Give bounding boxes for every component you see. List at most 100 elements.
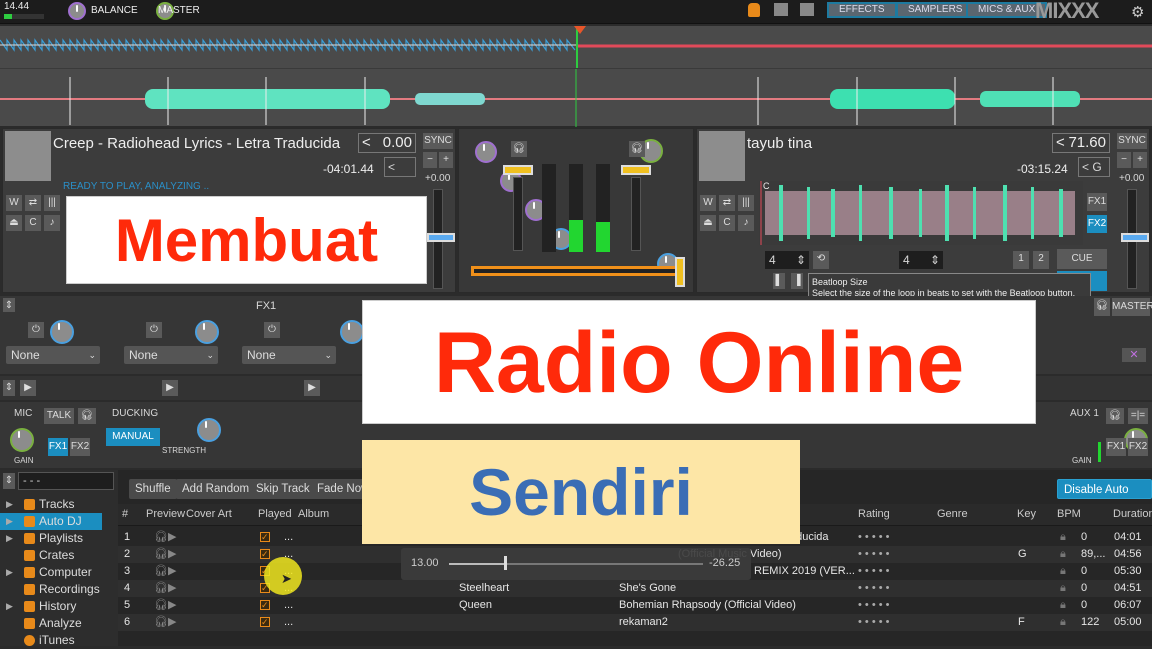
deck2-cue-button[interactable]: CUE xyxy=(1057,249,1107,269)
deck2-volume-fader[interactable] xyxy=(631,177,641,251)
samplers-button[interactable]: SAMPLERS xyxy=(896,2,975,18)
deck2-waveform-zoom-icon[interactable]: W xyxy=(700,195,716,211)
column-header-rating[interactable]: Rating xyxy=(858,505,890,523)
expand-arrow-icon[interactable]: ▶ xyxy=(6,496,13,513)
preview-icon[interactable]: 🎧︎▶ xyxy=(154,614,176,631)
expand-arrow-icon[interactable]: ▶ xyxy=(6,513,13,530)
mic-talk-button[interactable]: TALK xyxy=(44,408,74,424)
mic-fx1-button[interactable]: FX1 xyxy=(48,438,68,456)
expand-arrow-icon[interactable]: ▶ xyxy=(6,598,13,615)
mic-fx2-button[interactable]: FX2 xyxy=(70,438,90,456)
deck1-rate-up-button[interactable]: + xyxy=(439,152,453,168)
rating-cell[interactable]: • • • • • xyxy=(858,580,889,597)
deck2-waveform[interactable] xyxy=(759,181,1083,245)
column-header-cover-art[interactable]: Cover Art xyxy=(186,505,232,523)
bpm-lock-icon[interactable]: 🔒︎ xyxy=(1060,563,1066,580)
fx2-effect-select[interactable]: None ⌄ xyxy=(124,346,218,364)
deck2-beatjump-size[interactable]: 4 ⇕ xyxy=(899,251,943,269)
table-row[interactable]: 5 🎧︎▶ ... Queen Bohemian Rhapsody (Offic… xyxy=(118,597,1152,614)
deck1-beatgrid-icon[interactable]: ||| xyxy=(44,195,60,211)
table-row[interactable]: 6 🎧︎▶ ... rekaman2 • • • • • F 🔒︎ 122 05… xyxy=(118,614,1152,631)
waveform-main[interactable] xyxy=(0,68,1152,127)
sidebar-item-itunes[interactable]: iTunes xyxy=(0,632,118,649)
recording-icon[interactable] xyxy=(774,3,788,16)
add-random-button[interactable]: Add Random xyxy=(176,479,256,499)
ducking-manual-button[interactable]: MANUAL xyxy=(106,428,160,446)
rating-cell[interactable]: • • • • • xyxy=(858,597,889,614)
column-header-duration[interactable]: Duration xyxy=(1113,505,1152,523)
expand-arrow-icon[interactable]: ▶ xyxy=(6,530,13,547)
master-headphone-icon[interactable]: 🎧︎ xyxy=(1094,298,1110,316)
deck2-hotcue-1[interactable]: 1 xyxy=(1013,251,1029,269)
deck2-fx2-button[interactable]: FX2 xyxy=(1087,215,1107,233)
rating-cell[interactable]: • • • • • xyxy=(858,529,889,546)
deck2-loop-out-icon[interactable]: ▐ xyxy=(791,273,803,289)
deck2-eject-icon[interactable]: ⏏ xyxy=(700,215,716,231)
bpm-lock-icon[interactable]: 🔒︎ xyxy=(1060,597,1066,614)
deck2-rate-down-button[interactable]: − xyxy=(1117,152,1131,168)
column-header-album[interactable]: Album xyxy=(298,505,329,523)
fx-rack-collapse-icon[interactable]: ⇕ xyxy=(3,298,15,312)
column-header-bpm[interactable]: BPM xyxy=(1057,505,1081,523)
deck2-volume-handle[interactable] xyxy=(621,165,651,175)
deck2-beatloop-icon[interactable]: ⟲ xyxy=(813,251,829,269)
bpm-lock-icon[interactable]: 🔒︎ xyxy=(1060,546,1066,563)
mic-headphone-icon[interactable]: 🎧︎ xyxy=(78,408,96,424)
column-header-preview[interactable]: Preview xyxy=(146,505,185,523)
library-search-input[interactable]: - - - xyxy=(18,472,114,490)
settings-gear-icon[interactable]: ⚙ xyxy=(1131,3,1144,21)
sidebar-item-crates[interactable]: Crates xyxy=(0,547,118,564)
bpm-lock-icon[interactable]: 🔒︎ xyxy=(1060,580,1066,597)
deck1-volume-fader[interactable] xyxy=(513,177,523,251)
sampler-1-play-icon[interactable]: ▶ xyxy=(20,380,36,396)
deck1-cue-icon[interactable]: C xyxy=(25,215,41,231)
crossfader-handle[interactable] xyxy=(675,257,685,287)
effects-button[interactable]: EFFECTS xyxy=(827,2,897,18)
aux-fx2-button[interactable]: FX2 xyxy=(1128,438,1148,456)
aux-fx1-button[interactable]: FX1 xyxy=(1106,438,1126,456)
deck1-repeat-icon[interactable]: ⇄ xyxy=(25,195,41,211)
preview-icon[interactable]: 🎧︎▶ xyxy=(154,529,176,546)
fx-crossfade-icon[interactable]: ✕ xyxy=(1122,348,1146,362)
deck1-key[interactable]: < xyxy=(384,157,416,177)
fx2-meta-knob[interactable] xyxy=(195,320,220,344)
column-header-genre[interactable]: Genre xyxy=(937,505,968,523)
deck1-pitch-handle[interactable] xyxy=(427,233,455,242)
deck2-headphone-icon[interactable]: 🎧︎ xyxy=(629,141,645,157)
rating-cell[interactable]: • • • • • xyxy=(858,614,889,631)
sidebar-item-tracks[interactable]: ▶ Tracks xyxy=(0,496,118,513)
aux-headphone-icon[interactable]: 🎧︎ xyxy=(1106,408,1124,424)
deck2-sync-button[interactable]: SYNC xyxy=(1117,133,1147,149)
deck2-cue-icon[interactable]: C xyxy=(719,215,735,231)
fx2-power-icon[interactable]: ⏻ xyxy=(146,322,162,338)
skip-track-button[interactable]: Skip Track xyxy=(250,479,316,499)
master-button[interactable]: MASTER xyxy=(1112,298,1152,316)
played-checkbox[interactable] xyxy=(260,614,270,631)
column-header-key[interactable]: Key xyxy=(1017,505,1036,523)
column-header-number[interactable]: # xyxy=(122,505,128,523)
rating-cell[interactable]: • • • • • xyxy=(858,546,889,563)
deck1-sync-button[interactable]: SYNC xyxy=(423,133,453,149)
aux-orientation-icon[interactable]: =|= xyxy=(1128,408,1148,424)
deck1-keylock-icon[interactable]: ♪ xyxy=(44,215,60,231)
crossfader[interactable] xyxy=(471,266,679,276)
bpm-lock-icon[interactable]: 🔒︎ xyxy=(1060,529,1066,546)
balance-knob[interactable] xyxy=(68,2,86,20)
deck1-rate-down-button[interactable]: − xyxy=(423,152,437,168)
preview-icon[interactable]: 🎧︎▶ xyxy=(154,597,176,614)
fx3-meta-knob[interactable] xyxy=(340,320,365,344)
waveform-overview[interactable] xyxy=(0,26,1152,68)
deck2-key[interactable]: < G xyxy=(1078,157,1110,177)
library-collapse-icon[interactable]: ⇕ xyxy=(3,473,15,489)
deck1-high-eq-knob[interactable] xyxy=(475,141,497,163)
expand-arrow-icon[interactable]: ▶ xyxy=(6,564,13,581)
preview-icon[interactable]: 🎧︎▶ xyxy=(154,563,176,580)
fx3-power-icon[interactable]: ⏻ xyxy=(264,322,280,338)
android-icon[interactable] xyxy=(748,3,760,17)
ducking-strength-knob[interactable] xyxy=(197,418,222,442)
fx1-effect-select[interactable]: None ⌄ xyxy=(6,346,100,364)
played-checkbox[interactable] xyxy=(260,529,270,546)
deck2-hotcue-2[interactable]: 2 xyxy=(1033,251,1049,269)
mic-gain-knob[interactable] xyxy=(10,428,34,452)
sampler-collapse-icon[interactable]: ⇕ xyxy=(3,380,15,396)
